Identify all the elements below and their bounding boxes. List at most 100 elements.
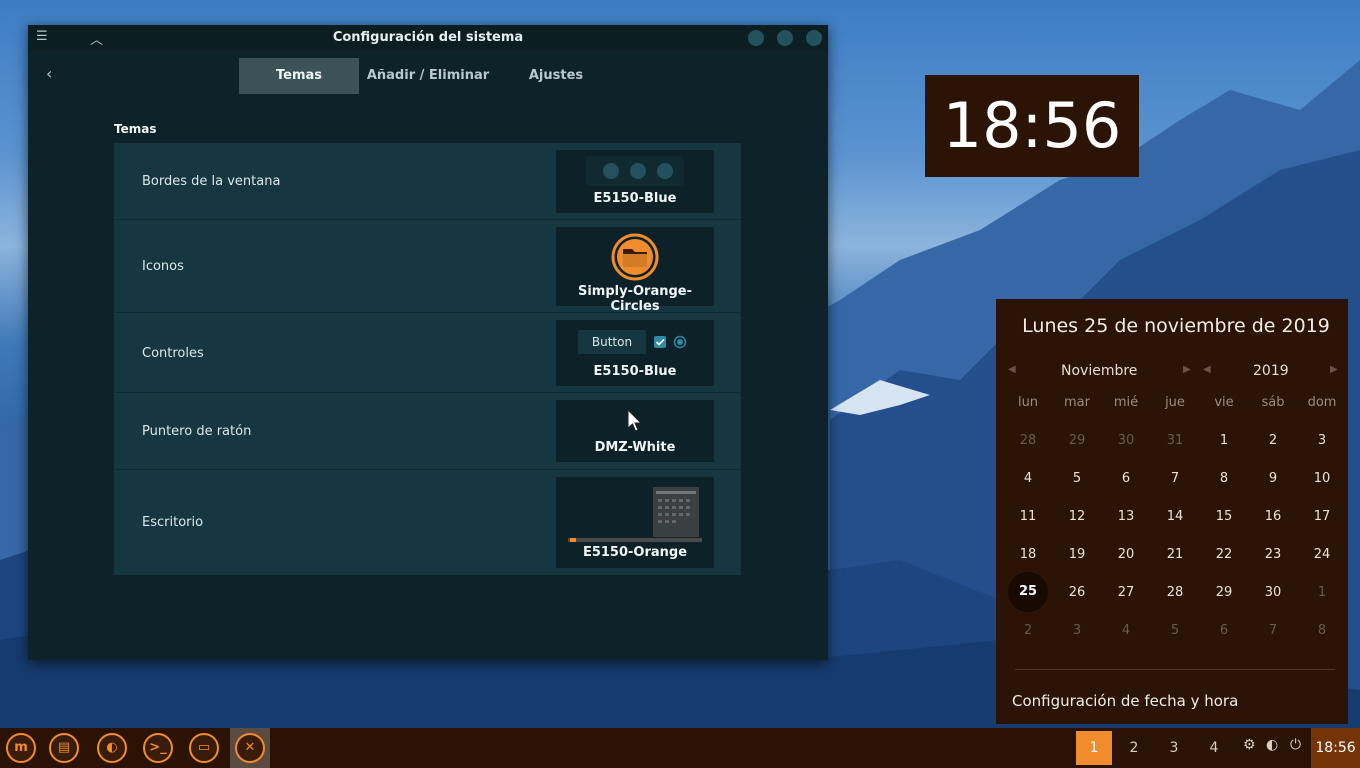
back-icon[interactable]: ‹ [46,64,52,83]
calendar-day[interactable]: 18 [1008,547,1048,562]
weekday-label: jue [1165,395,1185,410]
calendar-day[interactable]: 26 [1057,585,1097,600]
calendar-day[interactable]: 29 [1057,433,1097,448]
workspace-4[interactable]: 4 [1196,731,1232,765]
toolbar: ‹ Temas Añadir / Eliminar Ajustes [28,51,828,101]
desktop-theme-button[interactable]: E5150-Orange [556,477,714,568]
theme-name: Simply-Orange-Circles [577,284,692,314]
calendar-day[interactable]: 6 [1204,623,1244,638]
year-label: 2019 [1253,363,1289,379]
calendar-day[interactable]: 3 [1302,433,1342,448]
calendar-day-today[interactable]: 25 [1008,572,1048,612]
window-buttons-preview-icon [586,156,684,186]
calendar-day[interactable]: 10 [1302,471,1342,486]
row-icons: Iconos Simply-Orange-Circles [114,220,741,314]
calendar-day[interactable]: 23 [1253,547,1293,562]
weekday-label: dom [1307,395,1337,410]
controls-theme-button[interactable]: Button E5150-Blue [556,320,714,386]
calendar-day[interactable]: 14 [1155,509,1195,524]
titlebar[interactable]: ☰ ︿ Configuración del sistema [28,25,828,51]
icons-theme-button[interactable]: Simply-Orange-Circles [556,227,714,314]
network-icon[interactable]: ⚙ [1243,737,1256,753]
calendar-day[interactable]: 12 [1057,509,1097,524]
calendar-day[interactable]: 4 [1008,471,1048,486]
calendar-day[interactable]: 2 [1008,623,1048,638]
calendar-day[interactable]: 17 [1302,509,1342,524]
close-button[interactable] [806,30,822,46]
terminal-launcher[interactable]: >_ [143,733,173,763]
calendar-day[interactable]: 9 [1253,471,1293,486]
row-controls: Controles Button E5150-Blue [114,313,741,393]
workspace-2[interactable]: 2 [1116,731,1152,765]
calendar-day[interactable]: 6 [1106,471,1146,486]
settings-launcher[interactable]: ✕ [235,733,265,763]
prev-month-icon[interactable]: ◀ [1008,364,1016,375]
calendar-day[interactable]: 28 [1008,433,1048,448]
tab-temas[interactable]: Temas [239,58,359,94]
calendar-day[interactable]: 30 [1106,433,1146,448]
calendar-day[interactable]: 15 [1204,509,1244,524]
calendar-day[interactable]: 5 [1057,471,1097,486]
calendar-day[interactable]: 7 [1155,471,1195,486]
calendar-day[interactable]: 5 [1155,623,1195,638]
calendar-day[interactable]: 2 [1253,433,1293,448]
calendar-day[interactable]: 24 [1302,547,1342,562]
weekday-label: sáb [1261,395,1285,410]
calendar-day[interactable]: 8 [1204,471,1244,486]
file-manager-launcher[interactable]: ▤ [49,733,79,763]
power-icon[interactable]: ⏻ [1290,737,1301,753]
folder-icon [611,233,659,281]
brightness-icon[interactable]: ◐ [1266,737,1278,753]
next-year-icon[interactable]: ▶ [1330,364,1338,375]
tab-ajustes[interactable]: Ajustes [506,58,606,94]
settings-window: ☰ ︿ Configuración del sistema ‹ Temas Añ… [28,25,828,660]
themes-panel: Bordes de la ventana E5150-Blue Iconos S… [114,143,741,575]
calendar-day[interactable]: 16 [1253,509,1293,524]
mint-menu-launcher[interactable]: m [6,733,36,763]
calendar-day[interactable]: 20 [1106,547,1146,562]
section-title: Temas [114,122,157,136]
weekday-label: vie [1214,395,1234,410]
calendar-day[interactable]: 27 [1106,585,1146,600]
checkbox-radio-icon [654,335,687,349]
calendar-day[interactable]: 22 [1204,547,1244,562]
minimize-button[interactable] [748,30,764,46]
weekday-label: mié [1113,395,1139,410]
next-month-icon[interactable]: ▶ [1183,364,1191,375]
prev-year-icon[interactable]: ◀ [1203,364,1211,375]
calendar-day[interactable]: 29 [1204,585,1244,600]
calendar-day[interactable]: 30 [1253,585,1293,600]
calendar-day[interactable]: 1 [1302,585,1342,600]
maximize-button[interactable] [777,30,793,46]
theme-name: DMZ-White [594,440,676,455]
window-borders-theme-button[interactable]: E5150-Blue [556,150,714,213]
sample-button: Button [578,330,646,354]
calendar-day[interactable]: 3 [1057,623,1097,638]
row-window-borders: Bordes de la ventana E5150-Blue [114,143,741,220]
files-launcher[interactable]: ▭ [189,733,219,763]
divider [1015,669,1335,670]
workspace-3[interactable]: 3 [1156,731,1192,765]
taskbar-clock[interactable]: 18:56 [1311,728,1360,768]
row-label: Puntero de ratón [142,424,252,439]
browser-launcher[interactable]: ◐ [97,733,127,763]
calendar-day[interactable]: 21 [1155,547,1195,562]
calendar-day[interactable]: 11 [1008,509,1048,524]
row-label: Bordes de la ventana [142,174,281,189]
date-time-settings-link[interactable]: Configuración de fecha y hora [1012,692,1238,710]
calendar-day[interactable]: 4 [1106,623,1146,638]
calendar-day[interactable]: 19 [1057,547,1097,562]
desktop-clock: 18:56 [925,75,1139,177]
tab-anadir-eliminar[interactable]: Añadir / Eliminar [363,58,493,94]
calendar-day[interactable]: 7 [1253,623,1293,638]
firefox-icon: ◐ [106,740,118,755]
workspace-1[interactable]: 1 [1076,731,1112,765]
mint-logo-icon: m [14,740,28,755]
pointer-theme-button[interactable]: DMZ-White [556,400,714,462]
calendar-day[interactable]: 8 [1302,623,1342,638]
calendar-day[interactable]: 31 [1155,433,1195,448]
calendar-day[interactable]: 13 [1106,509,1146,524]
window-title: Configuración del sistema [332,30,524,45]
calendar-day[interactable]: 1 [1204,433,1244,448]
calendar-day[interactable]: 28 [1155,585,1195,600]
